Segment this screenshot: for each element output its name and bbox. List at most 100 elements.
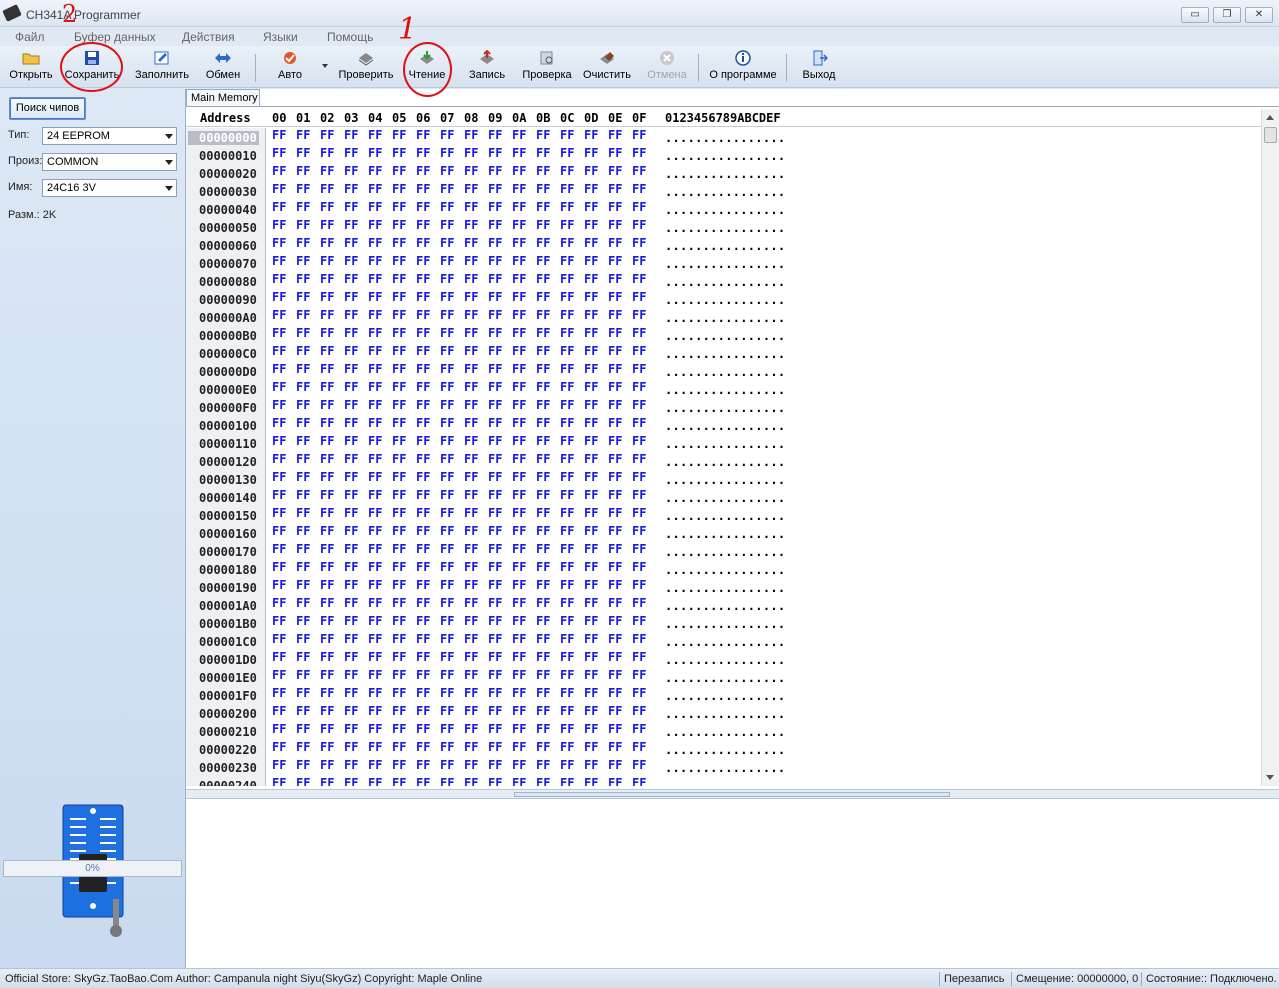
byte-cell[interactable]: FF (296, 272, 310, 286)
byte-cell[interactable]: FF (416, 488, 430, 502)
byte-cell[interactable]: FF (536, 290, 550, 304)
byte-cell[interactable]: FF (392, 758, 406, 772)
byte-cell[interactable]: FF (632, 560, 646, 574)
byte-cell[interactable]: FF (320, 740, 334, 754)
byte-cell[interactable]: FF (320, 488, 334, 502)
byte-cell[interactable]: FF (632, 722, 646, 736)
byte-cell[interactable]: FF (584, 218, 598, 232)
verify-button[interactable]: Проверить (336, 48, 396, 86)
byte-cell[interactable]: FF (320, 236, 334, 250)
exit-button[interactable]: Выход (800, 48, 838, 86)
byte-cell[interactable]: FF (296, 290, 310, 304)
byte-cell[interactable]: FF (440, 542, 454, 556)
byte-cell[interactable]: FF (608, 398, 622, 412)
byte-cell[interactable]: FF (416, 290, 430, 304)
byte-cell[interactable]: FF (392, 146, 406, 160)
byte-cell[interactable]: FF (632, 452, 646, 466)
byte-cell[interactable]: FF (416, 308, 430, 322)
byte-cell[interactable]: FF (608, 326, 622, 340)
byte-cell[interactable]: FF (296, 434, 310, 448)
byte-cell[interactable]: FF (296, 506, 310, 520)
byte-cell[interactable]: FF (368, 290, 382, 304)
byte-cell[interactable]: FF (416, 398, 430, 412)
fill-button[interactable]: Заполнить (133, 48, 191, 86)
byte-cell[interactable]: FF (392, 380, 406, 394)
byte-cell[interactable]: FF (560, 128, 574, 142)
byte-cell[interactable]: FF (296, 650, 310, 664)
byte-cell[interactable]: FF (392, 614, 406, 628)
byte-cell[interactable]: FF (584, 452, 598, 466)
byte-cell[interactable]: FF (392, 164, 406, 178)
byte-cell[interactable]: FF (440, 722, 454, 736)
byte-cell[interactable]: FF (464, 488, 478, 502)
byte-cell[interactable]: FF (344, 686, 358, 700)
byte-cell[interactable]: FF (536, 614, 550, 628)
byte-cell[interactable]: FF (272, 722, 286, 736)
byte-cell[interactable]: FF (272, 506, 286, 520)
byte-cell[interactable]: FF (272, 326, 286, 340)
byte-cell[interactable]: FF (512, 416, 526, 430)
cancel-button[interactable]: Отмена (645, 48, 689, 86)
byte-cell[interactable]: FF (608, 632, 622, 646)
byte-cell[interactable]: FF (416, 380, 430, 394)
byte-cell[interactable]: FF (560, 488, 574, 502)
byte-cell[interactable]: FF (512, 776, 526, 786)
about-button[interactable]: О программе (706, 48, 780, 86)
byte-cell[interactable]: FF (632, 542, 646, 556)
byte-cell[interactable]: FF (584, 506, 598, 520)
byte-cell[interactable]: FF (320, 776, 334, 786)
byte-cell[interactable]: FF (464, 164, 478, 178)
byte-cell[interactable]: FF (512, 326, 526, 340)
byte-cell[interactable]: FF (416, 470, 430, 484)
byte-cell[interactable]: FF (440, 272, 454, 286)
byte-cell[interactable]: FF (464, 308, 478, 322)
byte-cell[interactable]: FF (584, 776, 598, 786)
byte-cell[interactable]: FF (416, 272, 430, 286)
byte-cell[interactable]: FF (344, 614, 358, 628)
byte-cell[interactable]: FF (272, 272, 286, 286)
byte-cell[interactable]: FF (560, 290, 574, 304)
byte-cell[interactable]: FF (584, 326, 598, 340)
byte-cell[interactable]: FF (272, 650, 286, 664)
byte-cell[interactable]: FF (272, 344, 286, 358)
byte-cell[interactable]: FF (416, 650, 430, 664)
byte-cell[interactable]: FF (488, 722, 502, 736)
byte-cell[interactable]: FF (560, 470, 574, 484)
byte-cell[interactable]: FF (464, 362, 478, 376)
byte-cell[interactable]: FF (344, 542, 358, 556)
byte-cell[interactable]: FF (560, 380, 574, 394)
byte-cell[interactable]: FF (584, 344, 598, 358)
byte-cell[interactable]: FF (440, 290, 454, 304)
byte-cell[interactable]: FF (440, 308, 454, 322)
byte-cell[interactable]: FF (368, 560, 382, 574)
byte-cell[interactable]: FF (296, 668, 310, 682)
byte-cell[interactable]: FF (392, 686, 406, 700)
byte-cell[interactable]: FF (368, 128, 382, 142)
hex-row[interactable]: 00000060 FF FF FF FF FF FF FF FF FF FF FF FF FF FF FF FF… (186, 236, 1261, 254)
byte-cell[interactable]: FF (440, 596, 454, 610)
byte-cell[interactable]: FF (608, 344, 622, 358)
byte-cell[interactable]: FF (320, 668, 334, 682)
byte-cell[interactable]: FF (488, 380, 502, 394)
byte-cell[interactable]: FF (632, 506, 646, 520)
byte-cell[interactable]: FF (560, 326, 574, 340)
byte-cell[interactable]: FF (320, 380, 334, 394)
byte-cell[interactable]: FF (392, 434, 406, 448)
hex-row[interactable]: 00000240 FF FF FF FF FF FF FF FF FF FF FF FF FF FF FF FF… (186, 776, 1261, 786)
byte-cell[interactable]: FF (272, 290, 286, 304)
byte-cell[interactable]: FF (536, 506, 550, 520)
byte-cell[interactable]: FF (536, 128, 550, 142)
byte-cell[interactable]: FF (536, 596, 550, 610)
byte-cell[interactable]: FF (296, 308, 310, 322)
byte-cell[interactable]: FF (632, 254, 646, 268)
byte-cell[interactable]: FF (632, 740, 646, 754)
byte-cell[interactable]: FF (368, 578, 382, 592)
byte-cell[interactable]: FF (320, 164, 334, 178)
byte-cell[interactable]: FF (272, 200, 286, 214)
byte-cell[interactable]: FF (272, 164, 286, 178)
erase-button[interactable]: Очистить (581, 48, 633, 86)
byte-cell[interactable]: FF (608, 254, 622, 268)
byte-cell[interactable]: FF (416, 758, 430, 772)
byte-cell[interactable]: FF (320, 254, 334, 268)
byte-cell[interactable]: FF (464, 434, 478, 448)
